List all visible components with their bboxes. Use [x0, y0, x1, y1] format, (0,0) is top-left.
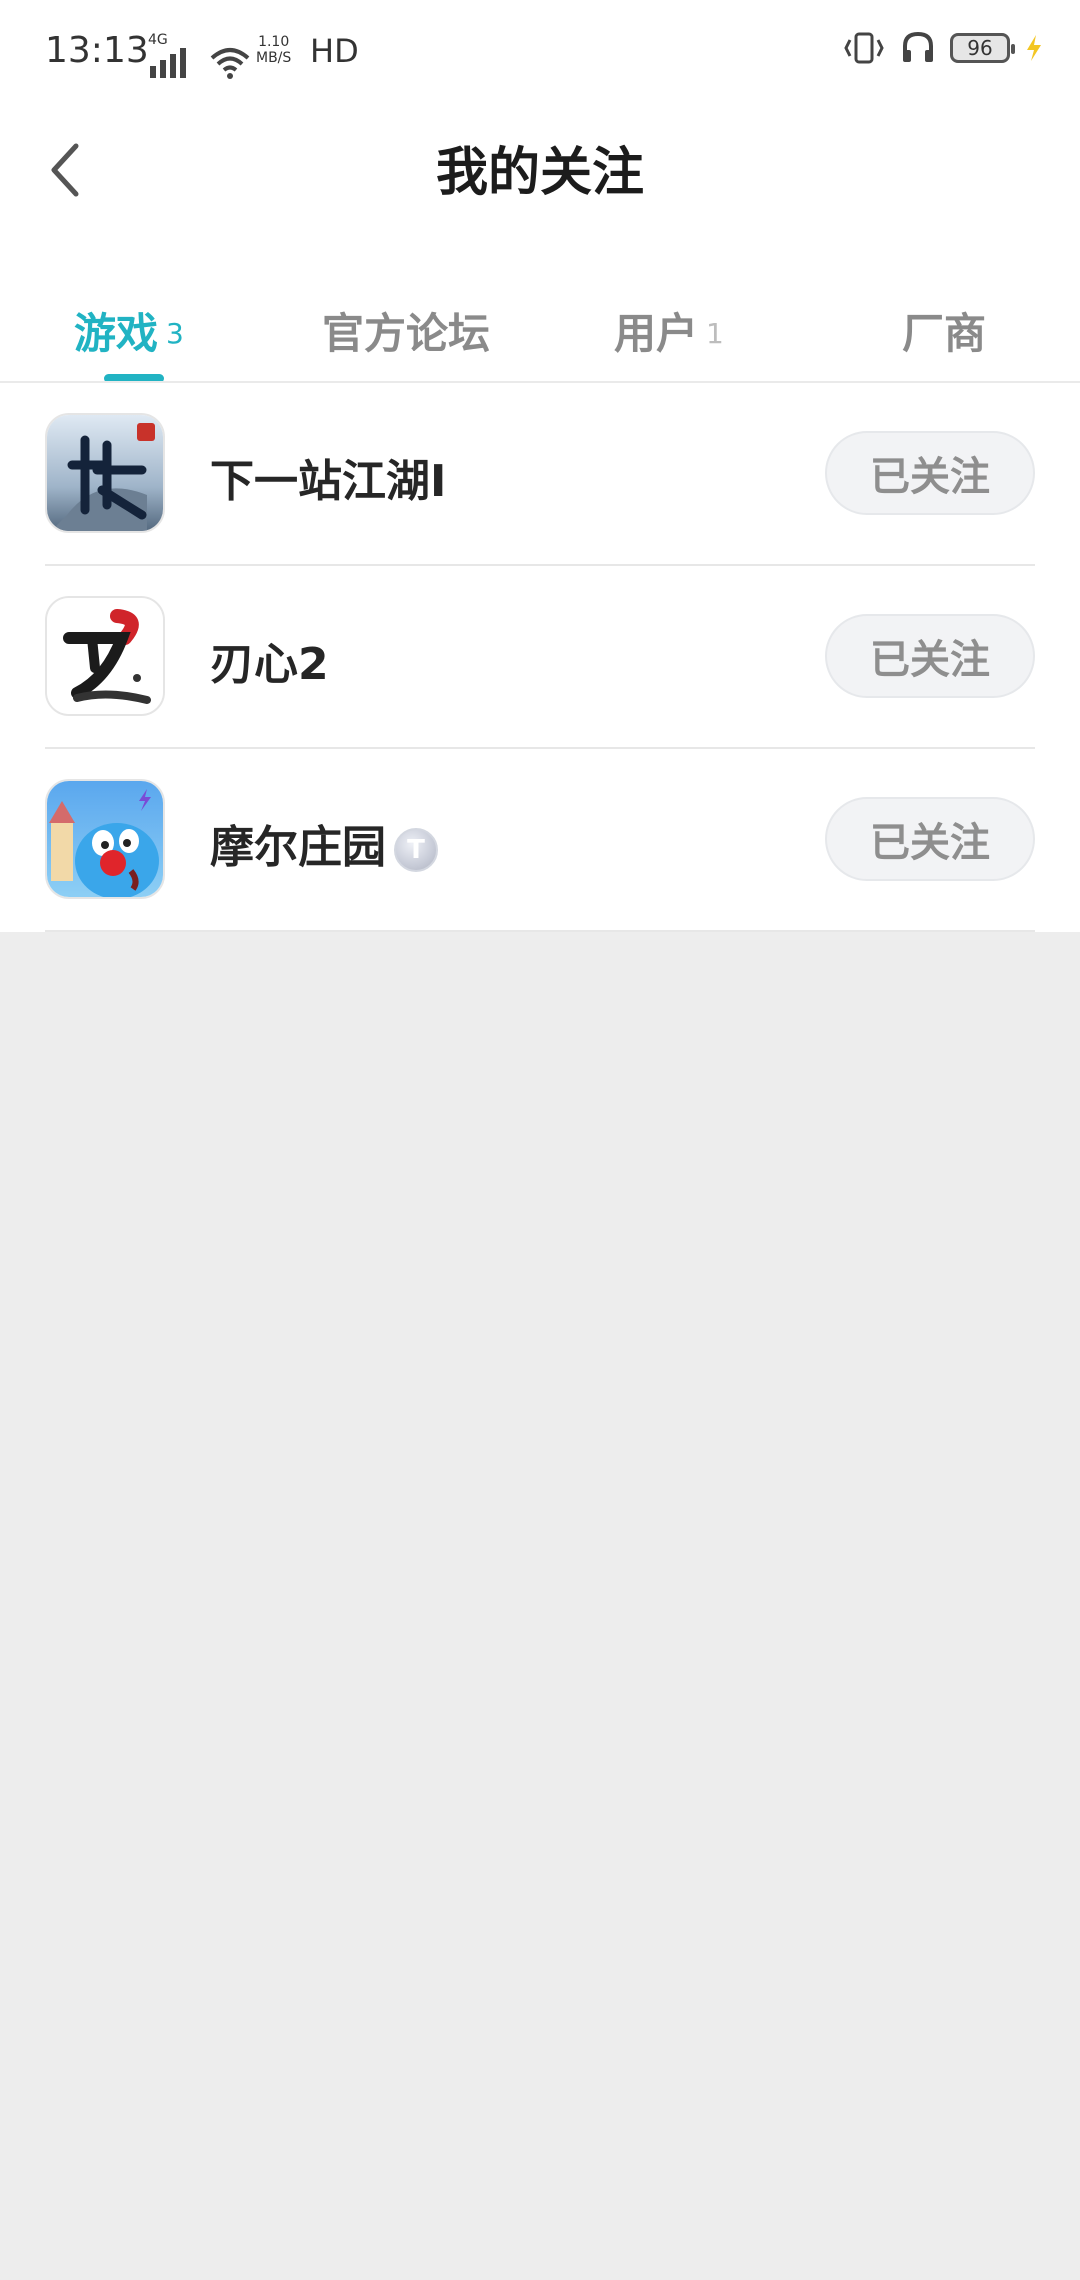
followed-button[interactable]: 已关注 — [825, 431, 1035, 515]
tab-vendors[interactable]: 厂商 — [902, 280, 986, 380]
tab-label: 官方论坛 — [322, 308, 491, 358]
status-right: 96 — [842, 30, 1044, 66]
charging-icon — [1027, 35, 1041, 61]
page-title: 我的关注 — [435, 143, 644, 203]
tab-label: 游戏 — [74, 308, 159, 358]
tab-games[interactable]: 游戏 3 — [74, 280, 184, 380]
mole-game-icon — [45, 779, 165, 899]
network-indicator: 4G — [148, 32, 252, 80]
row-divider — [45, 930, 1035, 932]
item-name[interactable]: 刃心2 — [210, 628, 329, 692]
item-name-text: 摩尔庄园 — [210, 822, 386, 873]
status-bar: 13:13 4G 1.10 MB/S HD 96 — [0, 0, 1080, 108]
headphone-icon — [903, 31, 933, 62]
status-time: 13:13 — [45, 30, 149, 71]
xia-game-icon — [45, 413, 165, 533]
tab-official-forum[interactable]: 官方论坛 — [322, 280, 490, 380]
ren-game-icon — [45, 596, 165, 716]
speed-unit: MB/S — [256, 50, 292, 66]
item-name[interactable]: 下一站江湖Ⅰ — [210, 445, 446, 509]
vibrate-icon — [844, 32, 884, 64]
battery-level: 96 — [967, 36, 993, 60]
tab-bar: 游戏 3 官方论坛 用户 1 厂商 — [0, 280, 1080, 380]
tab-label: 厂商 — [902, 308, 987, 358]
item-name[interactable]: 摩尔庄园 T — [210, 811, 438, 875]
list-item[interactable]: 摩尔庄园 T 已关注 — [0, 749, 1080, 932]
network-type: 4G — [148, 32, 168, 48]
battery-icon: 96 — [950, 33, 1015, 63]
tab-label: 用户 — [614, 308, 699, 358]
network-speed: 1.10 MB/S — [256, 34, 291, 66]
followed-button[interactable]: 已关注 — [825, 797, 1035, 881]
signal-icon — [150, 48, 186, 78]
list-item[interactable]: 刃心2 已关注 — [0, 566, 1080, 749]
tab-count: 1 — [706, 316, 724, 350]
content-panel: 13:13 4G 1.10 MB/S HD 96 我的关注 游戏 3 官方论坛 … — [0, 0, 1080, 932]
followed-button[interactable]: 已关注 — [825, 614, 1035, 698]
tab-count: 3 — [166, 316, 184, 350]
wifi-icon — [210, 48, 250, 79]
speed-value: 1.10 — [258, 34, 290, 50]
tab-users[interactable]: 用户 1 — [614, 280, 724, 380]
hd-indicator: HD — [310, 32, 359, 70]
t-badge-icon: T — [394, 828, 438, 872]
list-item[interactable]: 下一站江湖Ⅰ 已关注 — [0, 383, 1080, 566]
